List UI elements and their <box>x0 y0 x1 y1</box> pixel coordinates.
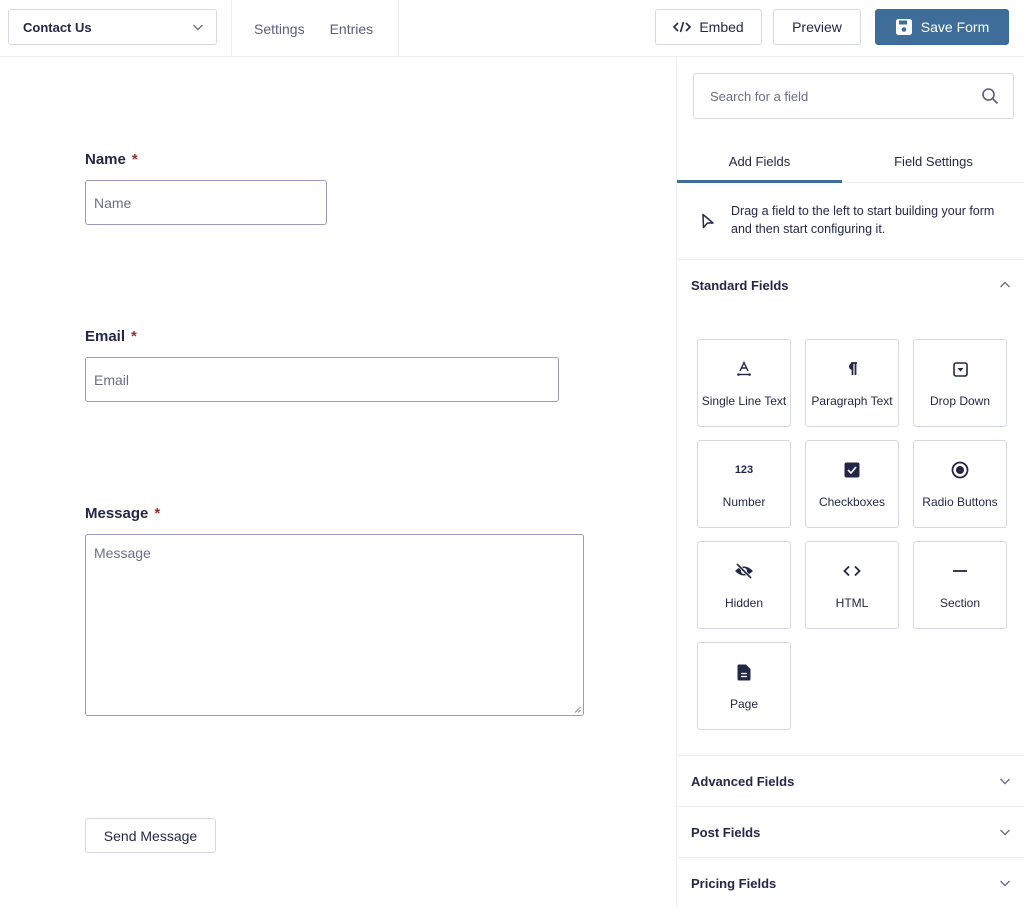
search-placeholder: Search for a field <box>710 88 809 104</box>
send-message-button[interactable]: Send Message <box>85 818 216 853</box>
field-tile-label: Drop Down <box>929 394 991 408</box>
preview-label: Preview <box>792 19 842 35</box>
field-tile-section[interactable]: Section <box>913 541 1007 629</box>
required-marker: * <box>154 505 161 522</box>
section-post-fields[interactable]: Post Fields <box>677 806 1024 857</box>
save-form-button[interactable]: Save Form <box>875 9 1009 45</box>
field-tile-checkboxes[interactable]: Checkboxes <box>805 440 899 528</box>
page-icon <box>737 663 751 681</box>
radio-icon <box>951 461 969 479</box>
eye-slash-icon <box>734 562 754 580</box>
form-canvas: Name * Name Email * Email Message * Message… <box>0 58 676 908</box>
field-tile-label: Single Line Text <box>701 394 787 408</box>
field-tile-label: Checkboxes <box>818 495 886 509</box>
email-input[interactable]: Email <box>85 357 559 402</box>
email-placeholder: Email <box>94 371 130 388</box>
chevron-down-icon <box>1000 880 1010 887</box>
embed-button[interactable]: Embed <box>655 9 762 45</box>
sidebar-tabs: Add Fields Field Settings <box>677 140 1024 183</box>
section-title: Standard Fields <box>691 277 789 293</box>
tab-field-settings[interactable]: Field Settings <box>842 140 1024 182</box>
preview-button[interactable]: Preview <box>773 9 861 45</box>
field-tile-label: Number <box>722 495 766 509</box>
section-title: Post Fields <box>691 824 761 840</box>
field-tile-radio-buttons[interactable]: Radio Buttons <box>913 440 1007 528</box>
chevron-down-icon <box>1000 778 1010 785</box>
nav-settings[interactable]: Settings <box>254 21 305 37</box>
search-icon[interactable] <box>981 87 999 105</box>
top-nav: Settings Entries <box>231 0 399 57</box>
email-field-label: Email * <box>85 328 137 345</box>
section-pricing-fields[interactable]: Pricing Fields <box>677 857 1024 908</box>
email-label-text: Email <box>85 328 126 345</box>
code-icon <box>673 21 692 33</box>
dropdown-icon <box>952 360 968 378</box>
name-label-text: Name <box>85 151 126 168</box>
floppy-disk-icon <box>895 19 912 35</box>
chevron-up-icon <box>1000 281 1010 288</box>
field-search-input[interactable]: Search for a field <box>693 73 1014 119</box>
section-advanced-fields[interactable]: Advanced Fields <box>677 755 1024 806</box>
text-line-icon <box>736 360 752 378</box>
number-glyph: 123 <box>734 464 754 476</box>
paragraph-icon <box>845 360 859 378</box>
name-placeholder: Name <box>94 194 132 211</box>
drag-hint: Drag a field to the left to start buildi… <box>677 184 1024 260</box>
field-tile-hidden[interactable]: Hidden <box>697 541 791 629</box>
required-marker: * <box>131 328 137 345</box>
nav-entries[interactable]: Entries <box>330 21 374 37</box>
message-textarea[interactable]: Message <box>85 534 584 716</box>
field-sidebar: Search for a field Add Fields Field Sett… <box>676 58 1024 908</box>
required-marker: * <box>131 151 138 168</box>
checkbox-icon <box>844 461 860 479</box>
top-bar: Contact Us Settings Entries Embed Previe… <box>0 0 1024 57</box>
field-tile-single-line-text[interactable]: Single Line Text <box>697 339 791 427</box>
chevron-down-icon <box>193 24 203 31</box>
code-icon <box>843 562 861 580</box>
chevron-down-icon <box>1000 829 1010 836</box>
embed-label: Embed <box>699 19 744 35</box>
tab-add-fields[interactable]: Add Fields <box>677 140 842 183</box>
name-field-label: Name * <box>85 151 138 168</box>
section-icon <box>952 562 968 580</box>
field-tile-number[interactable]: 123 Number <box>697 440 791 528</box>
tab-field-settings-label: Field Settings <box>894 153 973 169</box>
standard-fields-grid: Single Line Text Paragraph Text Drop Dow… <box>697 339 1007 730</box>
section-title: Pricing Fields <box>691 875 777 891</box>
field-tile-paragraph-text[interactable]: Paragraph Text <box>805 339 899 427</box>
message-field-label: Message * <box>85 505 160 522</box>
field-tile-drop-down[interactable]: Drop Down <box>913 339 1007 427</box>
name-input[interactable]: Name <box>85 180 327 225</box>
field-tile-html[interactable]: HTML <box>805 541 899 629</box>
save-form-label: Save Form <box>920 19 990 35</box>
send-message-label: Send Message <box>103 827 198 844</box>
resize-handle-icon[interactable] <box>574 706 581 713</box>
field-tile-label: Radio Buttons <box>922 495 998 509</box>
message-placeholder: Message <box>94 545 151 561</box>
form-selector-value: Contact Us <box>23 19 92 35</box>
section-title: Advanced Fields <box>691 773 795 789</box>
field-tile-label: Page <box>729 697 759 711</box>
drag-hint-text: Drag a field to the left to start buildi… <box>731 204 995 236</box>
cursor-pointer-icon <box>702 213 714 229</box>
field-tile-label: Section <box>939 596 981 610</box>
section-standard-fields[interactable]: Standard Fields <box>677 260 1024 310</box>
field-tile-label: Hidden <box>724 596 764 610</box>
number-icon: 123 <box>735 461 753 479</box>
message-label-text: Message <box>85 505 149 522</box>
tab-add-fields-label: Add Fields <box>728 153 791 169</box>
field-tile-label: Paragraph Text <box>811 394 893 408</box>
field-tile-page[interactable]: Page <box>697 642 791 730</box>
form-selector[interactable]: Contact Us <box>8 9 217 45</box>
field-tile-label: HTML <box>835 596 869 610</box>
